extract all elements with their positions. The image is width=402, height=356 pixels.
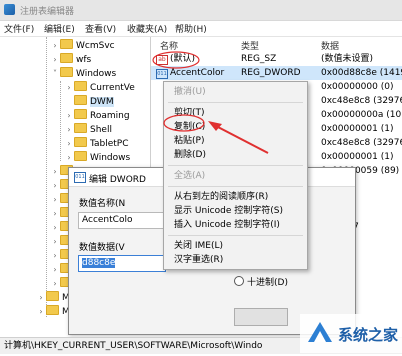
copy-highlight-ellipse xyxy=(163,114,205,132)
default-highlight-ellipse xyxy=(152,51,200,69)
watermark-text: 系统之家 xyxy=(338,326,398,344)
registry-path: 计算机\HKEY_CURRENT_USER\SOFTWARE\Microsoft… xyxy=(4,341,263,351)
annotation-arrow xyxy=(215,125,269,154)
site-watermark: 系统之家 xyxy=(300,314,402,353)
annotation-overlay xyxy=(152,51,269,154)
watermark-logo-icon: 系统之家 xyxy=(300,314,402,353)
annotation-arrowhead xyxy=(208,121,222,131)
